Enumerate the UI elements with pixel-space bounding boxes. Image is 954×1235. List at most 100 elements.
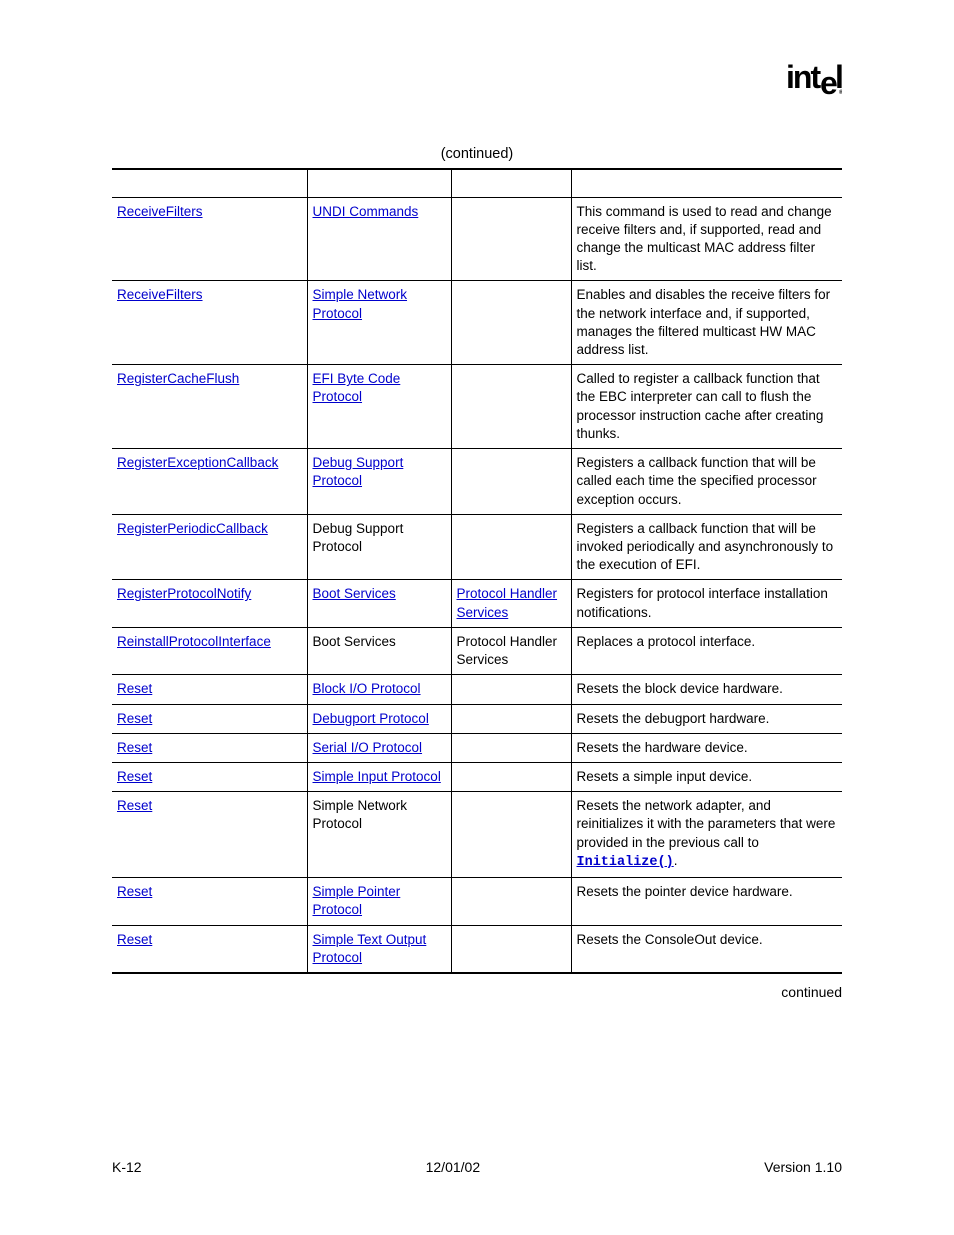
- footer-date: 12/01/02: [426, 1159, 481, 1175]
- table-cell: Simple Pointer Protocol: [307, 878, 451, 925]
- cross-ref-link[interactable]: Boot Services: [313, 586, 396, 601]
- cross-ref-link[interactable]: Simple Network Protocol: [313, 287, 408, 320]
- table-cell: Debug Support Protocol: [307, 514, 451, 580]
- table-cell: ReinstallProtocolInterface: [112, 627, 307, 674]
- cross-ref-link[interactable]: Block I/O Protocol: [313, 681, 421, 696]
- header-cell: [571, 169, 842, 197]
- table-row: Reset Debugport Protocol Resets the debugp…: [112, 704, 842, 733]
- description-text: Resets the debugport hardware.: [577, 711, 770, 726]
- description-text: Resets the hardware device.: [577, 740, 748, 755]
- description-cell: Called to register a callback function t…: [571, 365, 842, 449]
- header-cell: [451, 169, 571, 197]
- description-text: Resets the ConsoleOut device.: [577, 932, 763, 947]
- table-cell: ReceiveFilters: [112, 281, 307, 365]
- cross-ref-link[interactable]: ReinstallProtocolInterface: [117, 634, 271, 649]
- description-text: Called to register a callback function t…: [577, 371, 824, 441]
- table-cell: RegisterCacheFlush: [112, 365, 307, 449]
- table-cell: [451, 675, 571, 704]
- table-cell: [451, 704, 571, 733]
- cross-ref-link[interactable]: ReceiveFilters: [117, 287, 203, 302]
- table-cell: Boot Services: [307, 627, 451, 674]
- table-cell: Reset: [112, 792, 307, 878]
- cross-ref-link[interactable]: Simple Text Output Protocol: [313, 932, 427, 965]
- cross-ref-link[interactable]: Protocol Handler Services: [457, 586, 558, 619]
- footer-version: Version 1.10: [764, 1159, 842, 1175]
- table-cell: [451, 197, 571, 281]
- description-cell: This command is used to read and change …: [571, 197, 842, 281]
- table-cell: Protocol Handler Services: [451, 580, 571, 627]
- cross-ref-link[interactable]: Debugport Protocol: [313, 711, 429, 726]
- table-cell: Simple Network Protocol: [307, 792, 451, 878]
- description-cell: Resets a simple input device.: [571, 762, 842, 791]
- table-cell: Reset: [112, 878, 307, 925]
- table-cell: ReceiveFilters: [112, 197, 307, 281]
- table-cell: [451, 925, 571, 973]
- page-footer: K-12 12/01/02 Version 1.10: [112, 1159, 842, 1175]
- cross-ref-link[interactable]: ReceiveFilters: [117, 204, 203, 219]
- table-row: RegisterExceptionCallback Debug Support P…: [112, 449, 842, 515]
- header-cell: [307, 169, 451, 197]
- cell-text: Simple Network Protocol: [313, 798, 408, 831]
- description-cell: Registers a callback function that will …: [571, 449, 842, 515]
- cell-text: Debug Support Protocol: [313, 521, 404, 554]
- table-row: RegisterCacheFlush EFI Byte Code Protocol…: [112, 365, 842, 449]
- header-cell: [112, 169, 307, 197]
- description-cell: Resets the ConsoleOut device.: [571, 925, 842, 973]
- description-text: This command is used to read and change …: [577, 204, 832, 274]
- cross-ref-link[interactable]: Simple Pointer Protocol: [313, 884, 401, 917]
- description-cell: Resets the network adapter, and reinitia…: [571, 792, 842, 878]
- cell-text: Protocol Handler Services: [457, 634, 558, 667]
- table-cell: [451, 281, 571, 365]
- table-cell: Debug Support Protocol: [307, 449, 451, 515]
- continued-label: continued: [112, 984, 842, 1000]
- cross-ref-link[interactable]: Reset: [117, 681, 152, 696]
- table-cell: [451, 733, 571, 762]
- cross-ref-link[interactable]: EFI Byte Code Protocol: [313, 371, 401, 404]
- footer-page: K-12: [112, 1159, 142, 1175]
- cross-ref-link[interactable]: RegisterCacheFlush: [117, 371, 239, 386]
- table-row: RegisterPeriodicCallback Debug Support Pr…: [112, 514, 842, 580]
- table-cell: Simple Network Protocol: [307, 281, 451, 365]
- description-text: Registers a callback function that will …: [577, 455, 817, 506]
- cross-ref-link[interactable]: Initialize(): [577, 855, 674, 870]
- table-cell: Boot Services: [307, 580, 451, 627]
- description-cell: Replaces a protocol interface.: [571, 627, 842, 674]
- table-cell: [451, 792, 571, 878]
- table-row: RegisterProtocolNotify Boot Services Proto…: [112, 580, 842, 627]
- cross-ref-link[interactable]: Reset: [117, 740, 152, 755]
- cross-ref-link[interactable]: Reset: [117, 932, 152, 947]
- cross-ref-link[interactable]: RegisterProtocolNotify: [117, 586, 251, 601]
- cross-ref-link[interactable]: Serial I/O Protocol: [313, 740, 423, 755]
- description-cell: Resets the pointer device hardware.: [571, 878, 842, 925]
- cross-ref-link[interactable]: RegisterPeriodicCallback: [117, 521, 268, 536]
- cross-ref-link[interactable]: Debug Support Protocol: [313, 455, 404, 488]
- description-cell: Registers a callback function that will …: [571, 514, 842, 580]
- cross-ref-link[interactable]: Reset: [117, 884, 152, 899]
- description-cell: Registers for protocol interface install…: [571, 580, 842, 627]
- cross-ref-link[interactable]: Reset: [117, 798, 152, 813]
- table-cell: Reset: [112, 675, 307, 704]
- reference-table: ReceiveFilters UNDI Commands This command …: [112, 168, 842, 974]
- table-row: ReceiveFilters Simple Network Protocol Ena…: [112, 281, 842, 365]
- description-cell: Resets the block device hardware.: [571, 675, 842, 704]
- cross-ref-link[interactable]: Reset: [117, 711, 152, 726]
- cross-ref-link[interactable]: UNDI Commands: [313, 204, 419, 219]
- description-text: Resets the pointer device hardware.: [577, 884, 793, 899]
- table-cell: Reset: [112, 733, 307, 762]
- table-cell: Reset: [112, 704, 307, 733]
- cross-ref-link[interactable]: RegisterExceptionCallback: [117, 455, 278, 470]
- table-cell: Block I/O Protocol: [307, 675, 451, 704]
- cross-ref-link[interactable]: Reset: [117, 769, 152, 784]
- table-row: Reset Simple Text Output Protocol Resets t…: [112, 925, 842, 973]
- cross-ref-link[interactable]: Simple Input Protocol: [313, 769, 441, 784]
- table-cell: Protocol Handler Services: [451, 627, 571, 674]
- description-text: Enables and disables the receive filters…: [577, 287, 831, 357]
- table-cell: [451, 514, 571, 580]
- description-text: Registers for protocol interface install…: [577, 586, 828, 619]
- svg-text:int: int: [786, 62, 821, 95]
- table-cell: Serial I/O Protocol: [307, 733, 451, 762]
- table-cell: [451, 762, 571, 791]
- description-text: Resets a simple input device.: [577, 769, 753, 784]
- description-text: Resets the block device hardware.: [577, 681, 783, 696]
- table-cell: RegisterPeriodicCallback: [112, 514, 307, 580]
